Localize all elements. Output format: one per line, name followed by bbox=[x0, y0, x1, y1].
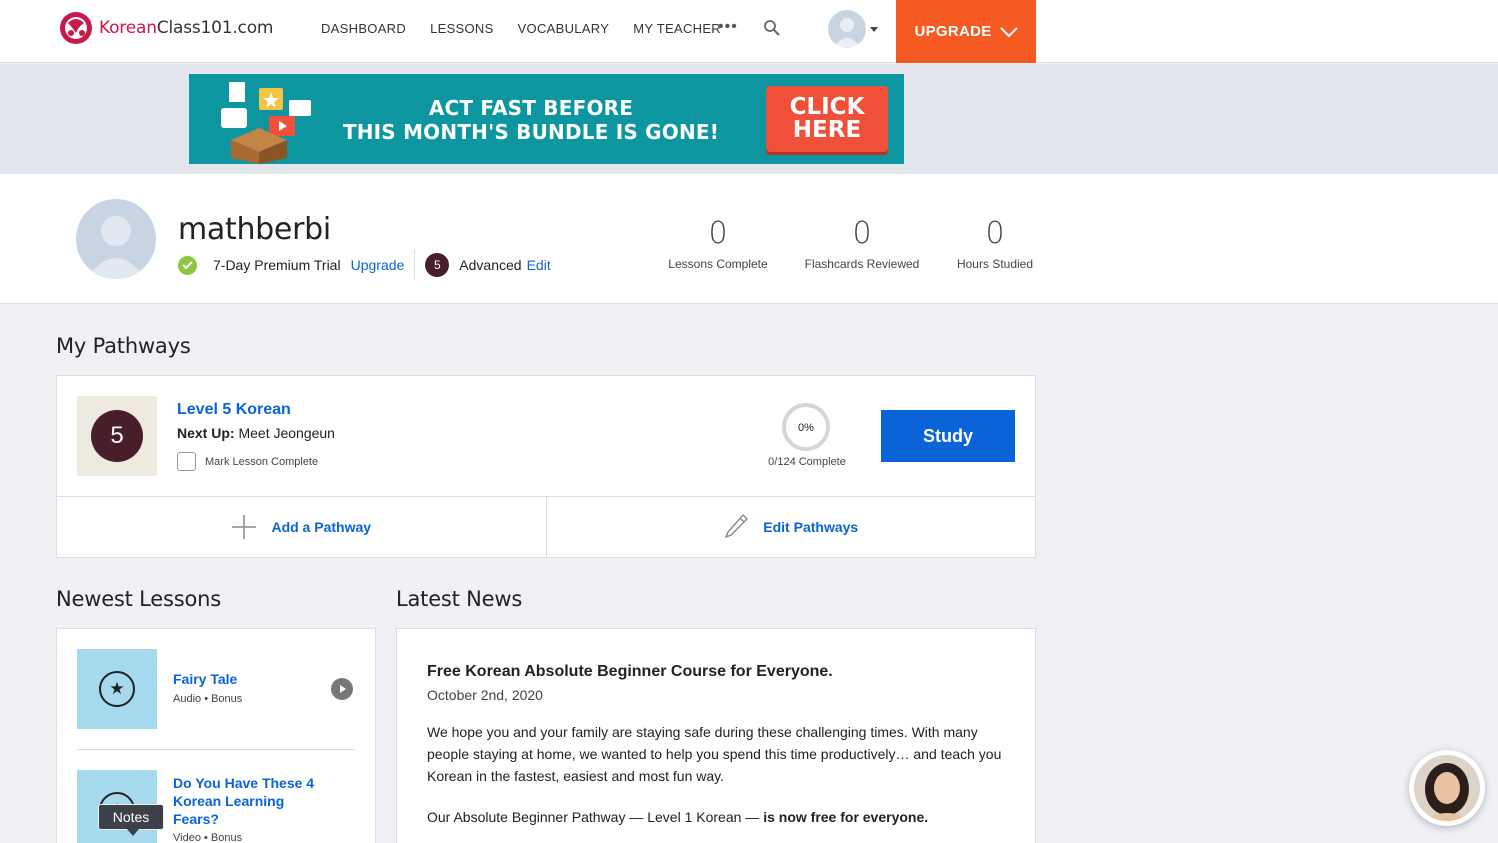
nav-lessons[interactable]: LESSONS bbox=[430, 21, 494, 36]
pathway-title-link[interactable]: Level 5 Korean bbox=[177, 401, 291, 419]
news-body-2-bold: is now free for everyone. bbox=[763, 809, 929, 825]
level-name: Advanced bbox=[459, 257, 522, 273]
logo-icon bbox=[60, 12, 92, 44]
upgrade-button[interactable]: UPGRADE bbox=[896, 0, 1036, 63]
add-pathway-button[interactable]: Add a Pathway bbox=[57, 497, 546, 557]
teacher-portrait-icon bbox=[1414, 755, 1480, 821]
user-avatar[interactable] bbox=[828, 10, 866, 48]
add-pathway-label: Add a Pathway bbox=[271, 519, 372, 535]
progress-percent: 0% bbox=[798, 422, 814, 434]
lesson-meta: Audio • Bonus bbox=[173, 693, 243, 705]
pathway-level-badge: 5 bbox=[91, 410, 143, 462]
lesson-title-link[interactable]: Do You Have These 4 Korean Learning Fear… bbox=[173, 774, 333, 828]
divider bbox=[77, 749, 355, 750]
promo-headline: ACT FAST BEFORE THIS MONTH'S BUNDLE IS G… bbox=[329, 96, 733, 144]
search-icon[interactable] bbox=[763, 19, 781, 37]
main-nav: DASHBOARD LESSONS VOCABULARY MY TEACHER bbox=[321, 21, 745, 36]
promo-cta-line-1: CLICK bbox=[789, 94, 865, 120]
pencil-icon bbox=[725, 513, 749, 539]
stat-label: Lessons Complete bbox=[668, 257, 768, 271]
news-body-2-text: Our Absolute Beginner Pathway — Level 1 … bbox=[427, 809, 764, 825]
pathway-actions: Add a Pathway Edit Pathways bbox=[57, 496, 1035, 557]
list-item[interactable]: ★ Fairy Tale Audio • Bonus bbox=[77, 649, 357, 729]
promo-banner[interactable]: ACT FAST BEFORE THIS MONTH'S BUNDLE IS G… bbox=[189, 74, 904, 164]
pathway-thumbnail[interactable]: 5 bbox=[77, 396, 157, 476]
plus-icon bbox=[232, 515, 257, 539]
site-logo[interactable]: KoreanClass101.com bbox=[58, 11, 273, 45]
nav-dashboard[interactable]: DASHBOARD bbox=[321, 21, 406, 36]
edit-level-link[interactable]: Edit bbox=[527, 257, 551, 273]
nav-more-button[interactable]: ••• bbox=[718, 18, 738, 36]
upgrade-link[interactable]: Upgrade bbox=[351, 257, 405, 273]
promo-cta-line-2: HERE bbox=[792, 117, 862, 143]
chevron-down-icon bbox=[999, 26, 1018, 37]
pathway-next-up: Next Up: Meet Jeongeun bbox=[177, 425, 335, 441]
stat-lessons-complete: 0 Lessons Complete bbox=[660, 216, 776, 271]
profile-status-row: 7-Day Premium Trial Upgrade 5 Advanced E… bbox=[178, 250, 551, 280]
mark-complete-row[interactable]: Mark Lesson Complete bbox=[177, 452, 318, 471]
profile-header: mathberbi 7-Day Premium Trial Upgrade 5 … bbox=[0, 174, 1498, 304]
stat-flashcards-reviewed: 0 Flashcards Reviewed bbox=[800, 216, 924, 271]
edit-pathways-button[interactable]: Edit Pathways bbox=[545, 497, 1036, 557]
mark-complete-label: Mark Lesson Complete bbox=[205, 455, 319, 468]
avatar-silhouette-icon bbox=[86, 216, 146, 279]
gift-box-icon bbox=[221, 82, 311, 164]
top-navigation-bar: KoreanClass101.com DASHBOARD LESSONS VOC… bbox=[0, 0, 1498, 63]
stat-label: Flashcards Reviewed bbox=[804, 257, 920, 271]
check-icon bbox=[178, 255, 197, 275]
notes-tooltip[interactable]: Notes bbox=[98, 804, 164, 836]
upgrade-label: UPGRADE bbox=[914, 23, 992, 40]
stat-label: Hours Studied bbox=[956, 257, 1034, 271]
news-body: We hope you and your family are staying … bbox=[427, 724, 1002, 784]
level-badge: 5 bbox=[425, 253, 450, 277]
logo-text: KoreanClass101.com bbox=[99, 18, 274, 38]
lesson-meta: Video • Bonus bbox=[173, 832, 243, 843]
newest-lessons-heading: Newest Lessons bbox=[56, 587, 222, 611]
profile-avatar[interactable] bbox=[76, 199, 156, 279]
latest-news-heading: Latest News bbox=[396, 587, 523, 611]
pathway-card: 5 Level 5 Korean Next Up: Meet Jeongeun … bbox=[56, 375, 1036, 558]
play-icon[interactable] bbox=[331, 678, 353, 700]
profile-username: mathberbi bbox=[178, 212, 331, 247]
pathways-heading: My Pathways bbox=[56, 334, 191, 358]
study-button[interactable]: Study bbox=[881, 410, 1015, 462]
news-date: October 2nd, 2020 bbox=[427, 687, 543, 703]
teacher-chat-button[interactable] bbox=[1409, 750, 1485, 826]
star-icon: ★ bbox=[99, 671, 135, 707]
lesson-thumbnail[interactable]: ★ bbox=[77, 649, 157, 729]
lesson-title-link[interactable]: Fairy Tale bbox=[173, 670, 333, 688]
promo-line-2: THIS MONTH'S BUNDLE IS GONE! bbox=[342, 120, 720, 144]
latest-news-card: Free Korean Absolute Beginner Course for… bbox=[396, 628, 1036, 843]
stat-value: 0 bbox=[708, 216, 728, 251]
promo-line-1: ACT FAST BEFORE bbox=[428, 96, 634, 120]
edit-pathways-label: Edit Pathways bbox=[763, 519, 859, 535]
stat-value: 0 bbox=[852, 216, 872, 251]
nav-my-teacher[interactable]: MY TEACHER bbox=[633, 21, 721, 36]
caret-down-icon[interactable] bbox=[870, 27, 878, 32]
progress-label: 0/124 Complete bbox=[768, 456, 846, 468]
stat-value: 0 bbox=[985, 216, 1005, 251]
teacher-avatar bbox=[1414, 755, 1480, 821]
next-up-label: Next Up: bbox=[177, 425, 235, 441]
stat-hours-studied: 0 Hours Studied bbox=[950, 216, 1040, 271]
trial-status: 7-Day Premium Trial bbox=[213, 257, 341, 273]
news-body-2: Our Absolute Beginner Pathway — Level 1 … bbox=[427, 809, 1017, 825]
mark-complete-checkbox[interactable] bbox=[177, 452, 196, 471]
divider bbox=[414, 250, 416, 280]
promo-cta-button[interactable]: CLICK HERE bbox=[766, 86, 888, 152]
nav-vocabulary[interactable]: VOCABULARY bbox=[518, 21, 610, 36]
avatar-silhouette-icon bbox=[833, 18, 861, 48]
progress-ring: 0% bbox=[782, 403, 830, 451]
next-up-lesson: Meet Jeongeun bbox=[238, 425, 335, 441]
news-title: Free Korean Absolute Beginner Course for… bbox=[427, 663, 833, 680]
